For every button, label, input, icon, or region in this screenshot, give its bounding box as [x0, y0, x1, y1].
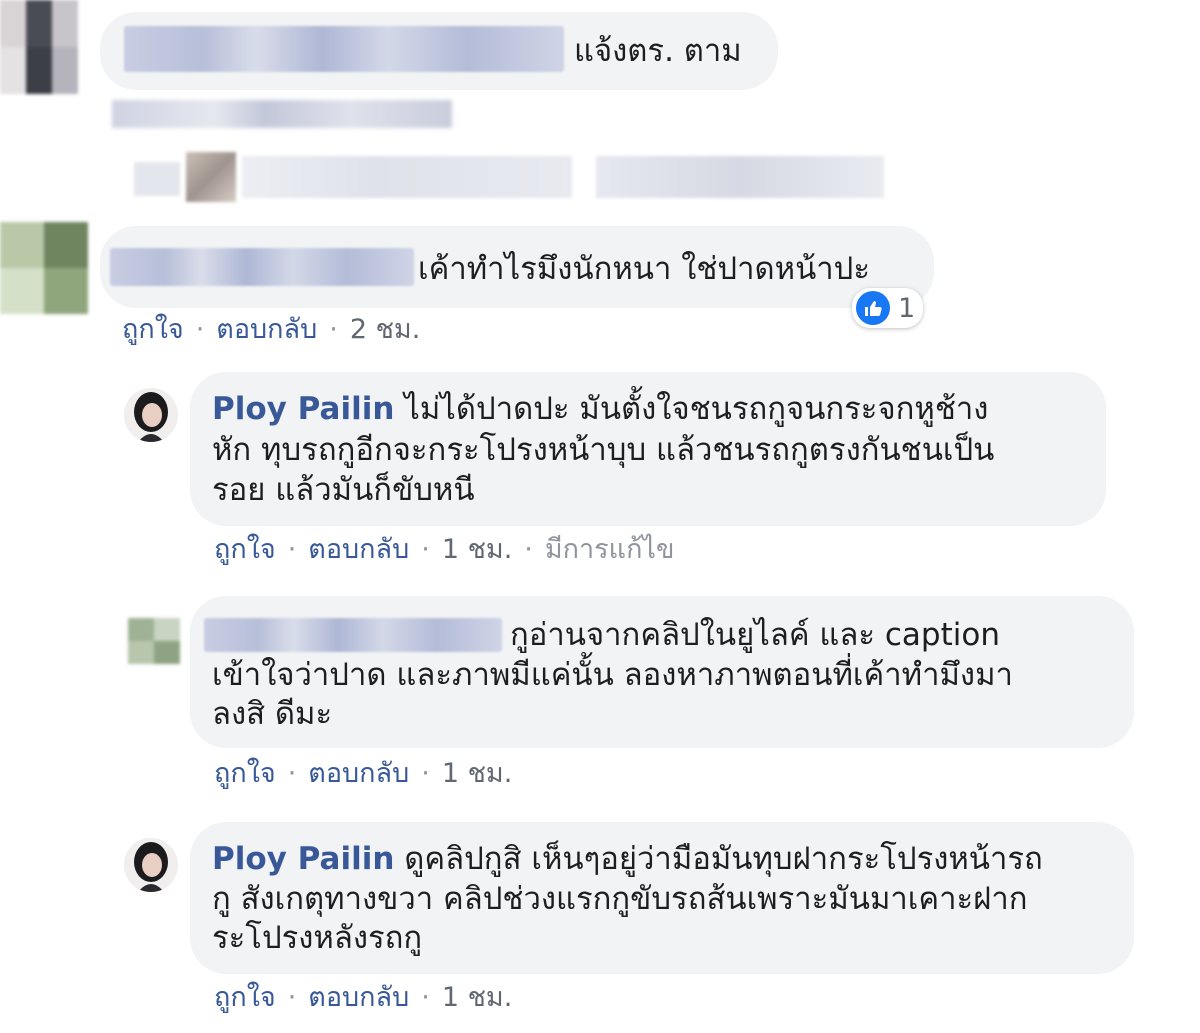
reply-3-line-1: Ploy Pailin ดูคลิปกูสิ เห็นๆอยู่ว่ามือมั… [212, 840, 1043, 879]
commenter-1-avatar[interactable] [0, 0, 78, 94]
like-icon [856, 291, 890, 325]
timestamp[interactable]: 1 ชม. [442, 758, 512, 789]
comment-1-meta-redacted [112, 100, 452, 128]
like-link[interactable]: ถูกใจ [214, 982, 276, 1013]
comment-2-meta: ถูกใจ · ตอบกลับ · 2 ชม. [122, 314, 421, 345]
comment-2-reaction[interactable]: 1 [852, 288, 924, 328]
reaction-count: 1 [898, 292, 916, 324]
comment-1-text: แจ้งตร. ตาม [574, 33, 742, 69]
like-link[interactable]: ถูกใจ [214, 534, 276, 565]
reply-preview-redacted[interactable] [134, 152, 884, 202]
reply-2-avatar[interactable] [128, 618, 180, 664]
like-link[interactable]: ถูกใจ [214, 758, 276, 789]
reply-2-text-3: ลงสิ ดีมะ [212, 696, 333, 732]
comment-2-author-redacted[interactable] [110, 248, 414, 286]
reply-1-author[interactable]: Ploy Pailin [212, 391, 394, 427]
reply-2-text-2: เข้าใจว่าปาด และภาพมีแค่นั้น ลองหาภาพตอน… [212, 657, 1013, 693]
like-link[interactable]: ถูกใจ [122, 314, 184, 345]
ploy-pailin-avatar-1[interactable] [124, 388, 178, 442]
timestamp[interactable]: 1 ชม. [442, 982, 512, 1013]
reply-1-text-2: หัก ทุบรถกูอีกจะกระโปรงหน้าบุบ แล้วชนรถก… [212, 432, 995, 468]
comment-2-text: เค้าทำไรมึงนักหนา ใช่ปาดหน้าปะ [418, 251, 870, 287]
timestamp[interactable]: 1 ชม. [442, 534, 512, 565]
reply-1-line-1: Ploy Pailin ไม่ได้ปาดปะ มันตั้งใจชนรถกูจ… [212, 390, 988, 429]
reply-2-author-redacted[interactable] [204, 618, 502, 652]
reply-link[interactable]: ตอบกลับ [216, 314, 317, 345]
ploy-pailin-avatar-2[interactable] [124, 838, 178, 892]
reply-3-author[interactable]: Ploy Pailin [212, 841, 394, 877]
reply-3-text-3: ระโปรงหลังรถกู [212, 920, 423, 956]
reply-link[interactable]: ตอบกลับ [308, 758, 409, 789]
timestamp[interactable]: 2 ชม. [350, 314, 420, 345]
reply-link[interactable]: ตอบกลับ [308, 982, 409, 1013]
reply-3-meta: ถูกใจ · ตอบกลับ · 1 ชม. [214, 982, 513, 1013]
comment-1-author-redacted[interactable] [124, 26, 564, 72]
reply-link[interactable]: ตอบกลับ [308, 534, 409, 565]
reply-1-meta: ถูกใจ · ตอบกลับ · 1 ชม. · มีการแก้ไข [214, 534, 675, 565]
reply-1-text-3: รอย แล้วมันก็ขับหนี [212, 472, 475, 508]
commenter-2-avatar[interactable] [0, 222, 88, 314]
reply-3-text-1: ดูคลิปกูสิ เห็นๆอยู่ว่ามือมันทุบฝากระโปร… [404, 841, 1043, 877]
reply-1-text-1: ไม่ได้ปาดปะ มันตั้งใจชนรถกูจนกระจกหูช้าง [404, 391, 989, 427]
reply-3-text-2: กู สังเกตุทางขวา คลิปช่วงแรกกูขับรถส้นเพ… [212, 881, 1028, 917]
reply-2-meta: ถูกใจ · ตอบกลับ · 1 ชม. [214, 758, 513, 789]
reply-2-text-1: กูอ่านจากคลิปในยูไลค์ และ caption [510, 617, 1000, 653]
edited-label[interactable]: มีการแก้ไข [545, 534, 675, 565]
